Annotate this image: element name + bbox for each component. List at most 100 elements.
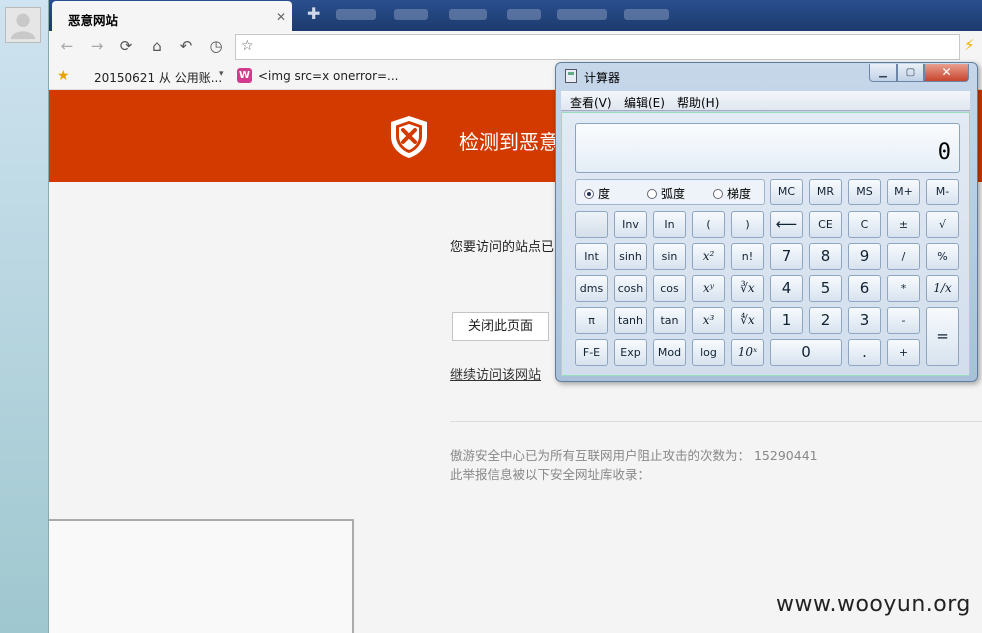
refresh-icon[interactable]: ⟳ — [117, 37, 135, 55]
continue-link[interactable]: 继续访问该网站 — [450, 364, 541, 383]
menu-view[interactable]: 查看(V) — [570, 94, 612, 111]
close-window-button[interactable]: ✕ — [924, 64, 969, 82]
key-button[interactable]: * — [887, 275, 920, 302]
key-blank[interactable] — [575, 211, 608, 238]
key-button[interactable]: x² — [692, 243, 725, 270]
address-bar[interactable]: ☆ — [235, 34, 960, 60]
key-button[interactable]: 1/x — [926, 275, 959, 302]
close-page-button[interactable]: 关闭此页面 — [452, 312, 549, 341]
side-icon-2[interactable] — [6, 94, 42, 108]
bookmark-item[interactable]: 20150621 从 公用账... — [94, 69, 222, 86]
side-icons — [6, 62, 42, 126]
banner-title: 检测到恶意 — [459, 130, 559, 154]
key-equals[interactable]: = — [926, 307, 959, 366]
key-button[interactable]: 5 — [809, 275, 842, 302]
key-button[interactable]: 7 — [770, 243, 803, 270]
key-button[interactable]: 6 — [848, 275, 881, 302]
site-favicon-icon: W — [237, 68, 252, 83]
nav-toolbar: ← → ⟳ ⌂ ↶ ◷ ☆ ⚡ — [49, 31, 982, 63]
favorites-star-icon[interactable]: ★ — [57, 68, 70, 84]
key-button[interactable]: ( — [692, 211, 725, 238]
blurred-tab[interactable] — [507, 9, 541, 20]
key-button[interactable]: tan — [653, 307, 686, 334]
key-button[interactable]: √ — [926, 211, 959, 238]
key-button[interactable]: In — [653, 211, 686, 238]
key-button[interactable]: . — [848, 339, 881, 366]
radio-dot — [584, 189, 594, 199]
key-button[interactable]: 8 — [809, 243, 842, 270]
key-button[interactable]: + — [887, 339, 920, 366]
key-button[interactable]: C — [848, 211, 881, 238]
key-button[interactable]: xʸ — [692, 275, 725, 302]
watermark: www.wooyun.org — [776, 592, 971, 617]
key-button[interactable]: 10ˣ — [731, 339, 764, 366]
key-button[interactable]: tanh — [614, 307, 647, 334]
key-button[interactable]: 4 — [770, 275, 803, 302]
menu-edit[interactable]: 编辑(E) — [624, 94, 665, 111]
blurred-tab[interactable] — [449, 9, 487, 20]
blurred-tab[interactable] — [557, 9, 607, 20]
undo-icon[interactable]: ↶ — [177, 37, 195, 55]
key-button[interactable]: - — [887, 307, 920, 334]
key-button[interactable]: 1 — [770, 307, 803, 334]
key-button[interactable]: Int — [575, 243, 608, 270]
radio-radians[interactable]: 弧度 — [647, 185, 685, 202]
key-mc[interactable]: MC — [770, 179, 803, 205]
back-icon[interactable]: ← — [58, 37, 76, 55]
blurred-tab[interactable] — [624, 9, 669, 20]
key-ms[interactable]: MS — [848, 179, 881, 205]
radio-degrees[interactable]: 度 — [584, 185, 610, 202]
key-button[interactable]: log — [692, 339, 725, 366]
chevron-down-icon[interactable]: ▾ — [219, 69, 224, 79]
user-icon — [10, 13, 36, 40]
key-button[interactable]: ∛x — [731, 275, 764, 302]
key-button[interactable]: cosh — [614, 275, 647, 302]
calculator-icon — [565, 69, 577, 83]
key-button[interactable]: π — [575, 307, 608, 334]
key-mr[interactable]: MR — [809, 179, 842, 205]
key-button[interactable]: ⟵ — [770, 211, 803, 238]
key-button[interactable]: Mod — [653, 339, 686, 366]
side-icon-1[interactable] — [6, 62, 42, 76]
key-button[interactable]: 3 — [848, 307, 881, 334]
key-button[interactable]: Inv — [614, 211, 647, 238]
key-button[interactable]: n! — [731, 243, 764, 270]
history-icon[interactable]: ◷ — [207, 37, 225, 55]
key-button[interactable]: x³ — [692, 307, 725, 334]
new-tab-icon[interactable]: ✚ — [307, 4, 320, 23]
bookmark-item[interactable]: <img src=x onerror=... — [258, 69, 399, 83]
key-button[interactable]: F-E — [575, 339, 608, 366]
key-button[interactable]: / — [887, 243, 920, 270]
key-button[interactable]: cos — [653, 275, 686, 302]
blurred-tab[interactable] — [336, 9, 376, 20]
key-button[interactable]: dms — [575, 275, 608, 302]
key-button[interactable]: sinh — [614, 243, 647, 270]
key-button[interactable]: 2 — [809, 307, 842, 334]
key-button[interactable]: 9 — [848, 243, 881, 270]
key-button[interactable]: CE — [809, 211, 842, 238]
key-button[interactable]: ± — [887, 211, 920, 238]
key-mplus[interactable]: M+ — [887, 179, 920, 205]
key-0[interactable]: 0 — [770, 339, 842, 366]
radio-grads[interactable]: 梯度 — [713, 185, 751, 202]
calculator-menubar: 查看(V) 编辑(E) 帮助(H) — [561, 91, 970, 111]
minimize-button[interactable]: ▁ — [869, 64, 897, 82]
home-icon[interactable]: ⌂ — [148, 37, 166, 55]
avatar[interactable] — [5, 7, 41, 43]
forward-icon[interactable]: → — [88, 37, 106, 55]
calculator-titlebar[interactable]: 计算器 ▁ ▢ ✕ — [556, 63, 977, 89]
blurred-tab[interactable] — [394, 9, 428, 20]
key-button[interactable]: Exp — [614, 339, 647, 366]
bookmark-star-icon[interactable]: ☆ — [241, 38, 254, 54]
key-button[interactable]: sin — [653, 243, 686, 270]
menu-help[interactable]: 帮助(H) — [677, 94, 719, 111]
key-button[interactable]: ∜x — [731, 307, 764, 334]
tab-malicious-site[interactable]: 恶意网站 ✕ — [52, 1, 292, 31]
display-value: 0 — [937, 140, 951, 165]
lightning-icon[interactable]: ⚡ — [964, 36, 975, 54]
tab-close-icon[interactable]: ✕ — [276, 10, 286, 24]
key-button[interactable]: ) — [731, 211, 764, 238]
key-button[interactable]: % — [926, 243, 959, 270]
key-mminus[interactable]: M- — [926, 179, 959, 205]
maximize-button[interactable]: ▢ — [897, 64, 924, 82]
